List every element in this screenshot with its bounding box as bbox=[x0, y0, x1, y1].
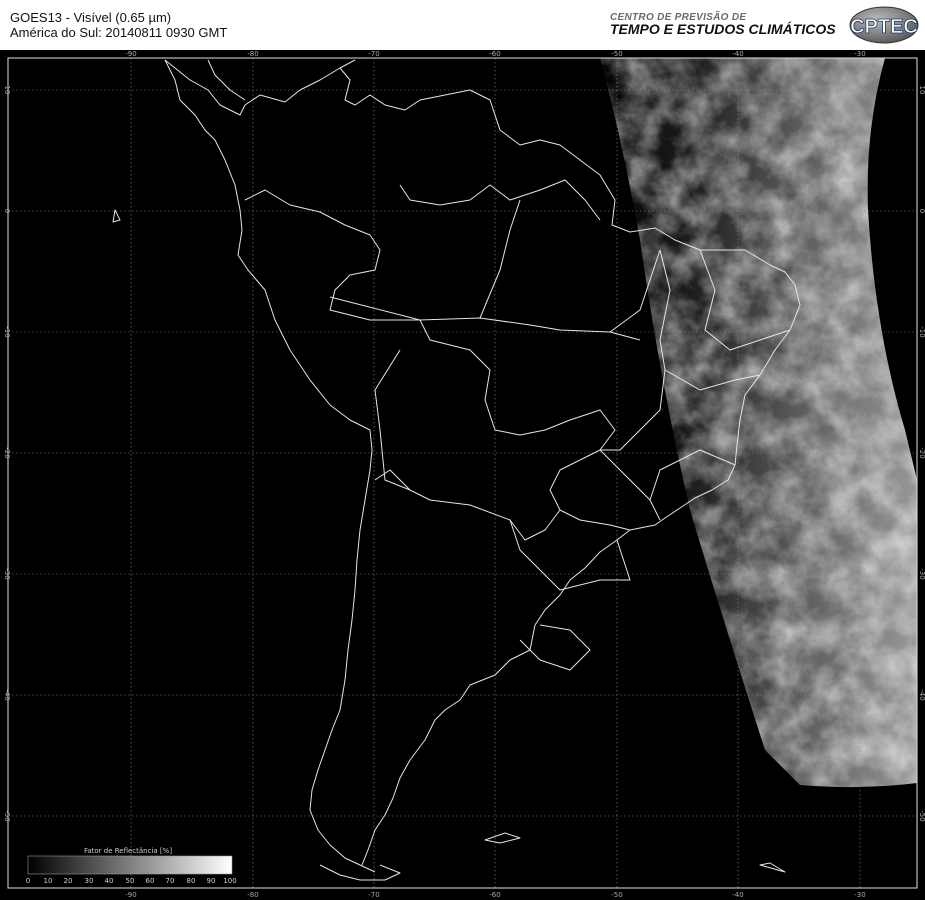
lat-label: -40 bbox=[3, 689, 11, 700]
lon-label: -40 bbox=[732, 50, 743, 58]
header: GOES13 - Visível (0.65 µm) América do Su… bbox=[0, 0, 925, 50]
lon-label: -70 bbox=[368, 50, 379, 58]
product-title: GOES13 - Visível (0.65 µm) bbox=[10, 10, 172, 25]
lon-label: -90 bbox=[125, 50, 136, 58]
lat-label: -30 bbox=[918, 568, 925, 579]
lon-label: -30 bbox=[854, 891, 865, 899]
lon-label: -90 bbox=[125, 891, 136, 899]
legend-tick: 90 bbox=[207, 877, 216, 885]
legend-tick: 40 bbox=[105, 877, 114, 885]
lat-label: 10 bbox=[918, 86, 925, 95]
org-name-line2: TEMPO E ESTUDOS CLIMÁTICOS bbox=[610, 21, 836, 37]
legend-tick: 50 bbox=[126, 877, 135, 885]
lon-label: -30 bbox=[854, 50, 865, 58]
lat-label: -40 bbox=[918, 689, 925, 700]
lat-label: -30 bbox=[3, 568, 11, 579]
legend-tick: 60 bbox=[146, 877, 155, 885]
lat-label: 10 bbox=[3, 86, 11, 95]
lat-label: -50 bbox=[918, 810, 925, 821]
region-timestamp: América do Sul: 20140811 0930 GMT bbox=[10, 25, 228, 40]
legend-tick: 0 bbox=[26, 877, 30, 885]
lon-label: -50 bbox=[611, 891, 622, 899]
lon-label: -60 bbox=[489, 50, 500, 58]
lat-label: 0 bbox=[3, 209, 11, 213]
logo-text: CPTEC bbox=[850, 16, 918, 38]
cptec-logo: CPTEC bbox=[849, 6, 919, 44]
legend-colorbar bbox=[27, 855, 233, 875]
lon-label: -70 bbox=[368, 891, 379, 899]
legend-tick: 70 bbox=[166, 877, 175, 885]
lon-label: -80 bbox=[247, 50, 258, 58]
lat-label: -20 bbox=[918, 447, 925, 458]
lon-label: -60 bbox=[489, 891, 500, 899]
lat-label: -20 bbox=[3, 447, 11, 458]
satellite-map: -90 -80 -70 -60 -50 -40 -30 -90 -80 -70 … bbox=[0, 50, 925, 900]
lon-label: -80 bbox=[247, 891, 258, 899]
lon-label: -40 bbox=[732, 891, 743, 899]
lat-label: 0 bbox=[918, 209, 925, 213]
lat-label: -10 bbox=[3, 326, 11, 337]
lat-label: -10 bbox=[918, 326, 925, 337]
legend-tick: 30 bbox=[85, 877, 94, 885]
lon-label: -50 bbox=[611, 50, 622, 58]
legend-tick: 10 bbox=[44, 877, 53, 885]
lat-label: -50 bbox=[3, 810, 11, 821]
legend-tick: 20 bbox=[64, 877, 73, 885]
legend-tick: 80 bbox=[187, 877, 196, 885]
legend-tick: 100 bbox=[223, 877, 236, 885]
legend-title: Fator de Reflectância [%] bbox=[84, 847, 172, 855]
